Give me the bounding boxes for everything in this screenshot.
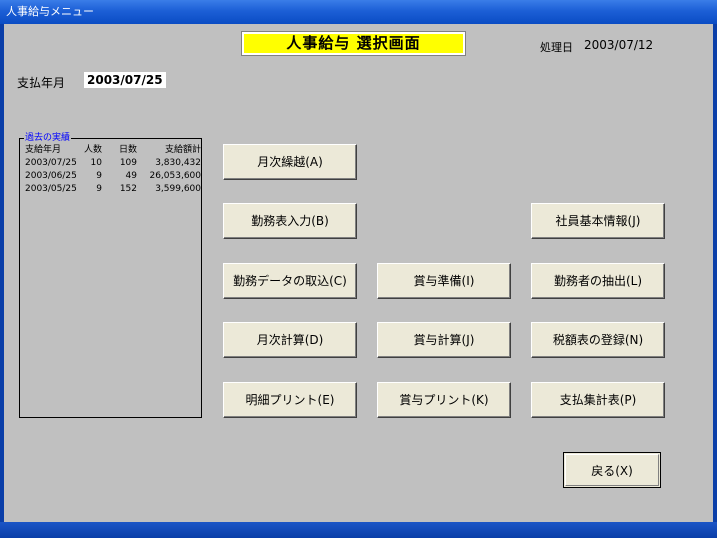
- payment-month-field[interactable]: 2003/07/25: [84, 72, 166, 88]
- monthly-carryover-button[interactable]: 月次繰越(A): [223, 144, 357, 180]
- history-col-total: 支給額計: [164, 145, 201, 155]
- history-cell-total: 26,053,600: [149, 171, 201, 181]
- history-cell-days: 49: [125, 171, 137, 181]
- history-group: 過去の実績 支給年月 人数 日数 支給額計 2003/07/25 10 109 …: [19, 132, 202, 418]
- history-legend: 過去の実績: [24, 132, 72, 144]
- back-button-label: 戻る(X): [565, 454, 659, 486]
- window-title: 人事給与メニュー: [6, 5, 94, 18]
- attendance-import-button[interactable]: 勤務データの取込(C): [223, 263, 357, 299]
- history-cell-total: 3,599,600: [155, 184, 201, 194]
- bonus-calc-button[interactable]: 賞与計算(J): [377, 322, 511, 358]
- history-cell-month: 2003/07/25: [25, 158, 77, 168]
- history-cell-days: 152: [119, 184, 137, 194]
- history-col-days: 日数: [118, 145, 137, 155]
- history-cell-total: 3,830,432: [155, 158, 201, 168]
- history-cell-people: 10: [90, 158, 102, 168]
- attendance-input-button[interactable]: 勤務表入力(B): [223, 203, 357, 239]
- history-cell-month: 2003/06/25: [25, 171, 77, 181]
- tax-table-register-button[interactable]: 税額表の登録(N): [531, 322, 665, 358]
- history-header-row: 支給年月 人数 日数 支給額計: [20, 144, 201, 157]
- history-cell-people: 9: [96, 184, 102, 194]
- employee-info-button[interactable]: 社員基本情報(J): [531, 203, 665, 239]
- window-frame-bottom: [0, 522, 717, 538]
- history-cell-people: 9: [96, 171, 102, 181]
- back-button[interactable]: 戻る(X): [563, 452, 661, 488]
- history-cell-days: 109: [119, 158, 137, 168]
- worker-extract-button[interactable]: 勤務者の抽出(L): [531, 263, 665, 299]
- history-cell-month: 2003/05/25: [25, 184, 77, 194]
- history-row: 2003/05/25 9 152 3,599,600: [20, 183, 201, 196]
- screen-title: 人事給与 選択画面: [241, 31, 466, 56]
- processing-date-label: 処理日: [540, 41, 573, 54]
- bonus-prep-button[interactable]: 賞与準備(I): [377, 263, 511, 299]
- form-body: 人事給与 選択画面 処理日 2003/07/12 支払年月 2003/07/25…: [4, 24, 713, 522]
- window-titlebar[interactable]: 人事給与メニュー: [0, 0, 717, 24]
- window-frame-right: [713, 24, 717, 522]
- processing-date: 2003/07/12: [584, 38, 654, 52]
- history-col-people: 人数: [83, 145, 102, 155]
- statement-print-button[interactable]: 明細プリント(E): [223, 382, 357, 418]
- history-row: 2003/06/25 9 49 26,053,600: [20, 170, 201, 183]
- monthly-calc-button[interactable]: 月次計算(D): [223, 322, 357, 358]
- history-row: 2003/07/25 10 109 3,830,432: [20, 157, 201, 170]
- bonus-print-button[interactable]: 賞与プリント(K): [377, 382, 511, 418]
- history-col-month: 支給年月: [25, 145, 62, 155]
- payment-month-label: 支払年月: [17, 76, 66, 90]
- payment-summary-button[interactable]: 支払集計表(P): [531, 382, 665, 418]
